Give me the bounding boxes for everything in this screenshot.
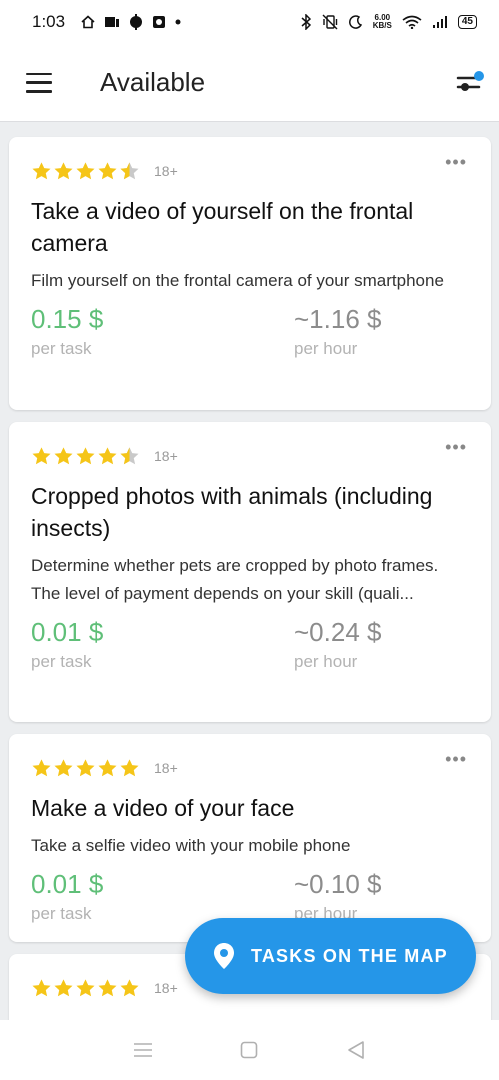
- menu-lines-icon: [134, 1043, 153, 1057]
- task-title: Take a video of yourself on the frontal …: [31, 198, 414, 256]
- network-speed-unit: KB/S: [372, 21, 392, 30]
- price-per-hour: ~0.10 $: [294, 869, 382, 899]
- task-description: Determine whether pets are cropped by ph…: [31, 552, 469, 608]
- tasks-on-map-button[interactable]: TASKS ON THE MAP: [185, 918, 476, 994]
- star-full-icon: [120, 758, 139, 776]
- map-pin-icon: [214, 943, 234, 969]
- system-nav-bar: [0, 1020, 499, 1080]
- age-badge: 18+: [154, 980, 178, 996]
- app-notification-icon: [105, 17, 120, 27]
- star-full-icon: [32, 758, 51, 776]
- age-badge: 18+: [154, 163, 178, 179]
- app-bar: Available: [0, 44, 499, 122]
- star-full-icon: [32, 446, 51, 464]
- rating-row: 18+: [31, 754, 469, 782]
- payment-per-task: 0.01 $ per task: [31, 616, 294, 674]
- task-description-line: The level of payment depends on your ski…: [31, 584, 414, 603]
- status-system-icons: 6.00 KB/S 45: [301, 14, 477, 30]
- status-time: 1:03: [32, 12, 66, 31]
- star-full-icon: [54, 978, 73, 996]
- task-card[interactable]: 18+ ••• Take a video of yourself on the …: [9, 137, 491, 410]
- star-full-icon: [98, 978, 117, 996]
- page-title: Available: [100, 67, 206, 97]
- rating-stars: [31, 161, 140, 182]
- dollar-app-icon: [130, 14, 143, 30]
- task-title: Make a video of your face: [31, 795, 295, 821]
- more-notifications-dot-icon: [175, 19, 181, 25]
- star-half-icon: [120, 446, 139, 464]
- payment-row: 0.01 $ per task ~0.24 $ per hour: [31, 616, 469, 674]
- rating-row: 18+: [31, 442, 469, 470]
- star-full-icon: [54, 446, 73, 464]
- payment-row: 0.15 $ per task ~1.16 $ per hour: [31, 303, 469, 361]
- payment-per-task: 0.15 $ per task: [31, 303, 294, 361]
- back-button[interactable]: [341, 1035, 371, 1065]
- camera-app-icon: [153, 16, 166, 28]
- vibrate-icon: [322, 14, 338, 30]
- star-full-icon: [54, 758, 73, 776]
- status-notification-icons: [81, 14, 181, 30]
- star-full-icon: [76, 446, 95, 464]
- network-speed: 6.00 KB/S: [373, 14, 392, 30]
- price-per-hour: ~0.24 $: [294, 617, 382, 647]
- status-bar: 1:03 6.00 KB/S 45: [0, 0, 499, 44]
- more-options-icon[interactable]: •••: [445, 153, 467, 171]
- filter-settings-button[interactable]: [455, 70, 485, 96]
- per-hour-label: per hour: [294, 339, 358, 358]
- back-triangle-icon: [348, 1041, 364, 1059]
- more-options-icon[interactable]: •••: [445, 438, 467, 456]
- star-full-icon: [98, 446, 117, 464]
- home-icon: [81, 15, 95, 29]
- star-full-icon: [54, 161, 73, 179]
- price-per-task: 0.15 $: [31, 304, 104, 334]
- price-per-task: 0.01 $: [31, 869, 104, 899]
- do-not-disturb-moon-icon: [348, 15, 362, 29]
- rating-stars: [31, 758, 140, 779]
- task-card[interactable]: 18+ ••• Cropped photos with animals (inc…: [9, 422, 491, 722]
- age-badge: 18+: [154, 448, 178, 464]
- price-per-hour: ~1.16 $: [294, 304, 382, 334]
- square-home-icon: [241, 1041, 258, 1059]
- star-half-icon: [120, 161, 139, 179]
- home-button[interactable]: [234, 1035, 264, 1065]
- star-full-icon: [32, 978, 51, 996]
- recent-apps-button[interactable]: [128, 1035, 158, 1065]
- signal-icon: [432, 16, 447, 28]
- rating-stars: [31, 978, 140, 999]
- rating-stars: [31, 446, 140, 467]
- star-full-icon: [120, 978, 139, 996]
- tasks-on-map-label: TASKS ON THE MAP: [251, 945, 448, 966]
- hamburger-menu-icon[interactable]: [26, 72, 52, 93]
- payment-per-hour: ~0.24 $ per hour: [294, 616, 381, 674]
- battery-indicator: 45: [457, 15, 477, 29]
- star-full-icon: [76, 978, 95, 996]
- task-description-line: Determine whether pets are cropped by ph…: [31, 556, 439, 575]
- per-hour-label: per hour: [294, 652, 358, 671]
- per-task-label: per task: [31, 339, 92, 358]
- task-card[interactable]: 18+ ••• Make a video of your face Take a…: [9, 734, 491, 942]
- star-full-icon: [76, 758, 95, 776]
- filter-sliders-icon: [456, 70, 484, 91]
- task-list: 18+ ••• Take a video of yourself on the …: [9, 137, 491, 1046]
- bluetooth-icon: [301, 14, 311, 30]
- star-full-icon: [32, 161, 51, 179]
- star-full-icon: [76, 161, 95, 179]
- rating-row: 18+: [31, 157, 469, 185]
- wifi-icon: [402, 15, 422, 29]
- price-per-task: 0.01 $: [31, 617, 104, 647]
- more-options-icon[interactable]: •••: [445, 750, 467, 768]
- star-full-icon: [98, 758, 117, 776]
- per-task-label: per task: [31, 652, 92, 671]
- task-description: Film yourself on the frontal camera of y…: [31, 271, 444, 290]
- task-description: Take a selfie video with your mobile pho…: [31, 836, 351, 855]
- age-badge: 18+: [154, 760, 178, 776]
- task-title: Cropped photos with animals (including i…: [31, 483, 433, 541]
- payment-per-hour: ~1.16 $ per hour: [294, 303, 381, 361]
- star-full-icon: [98, 161, 117, 179]
